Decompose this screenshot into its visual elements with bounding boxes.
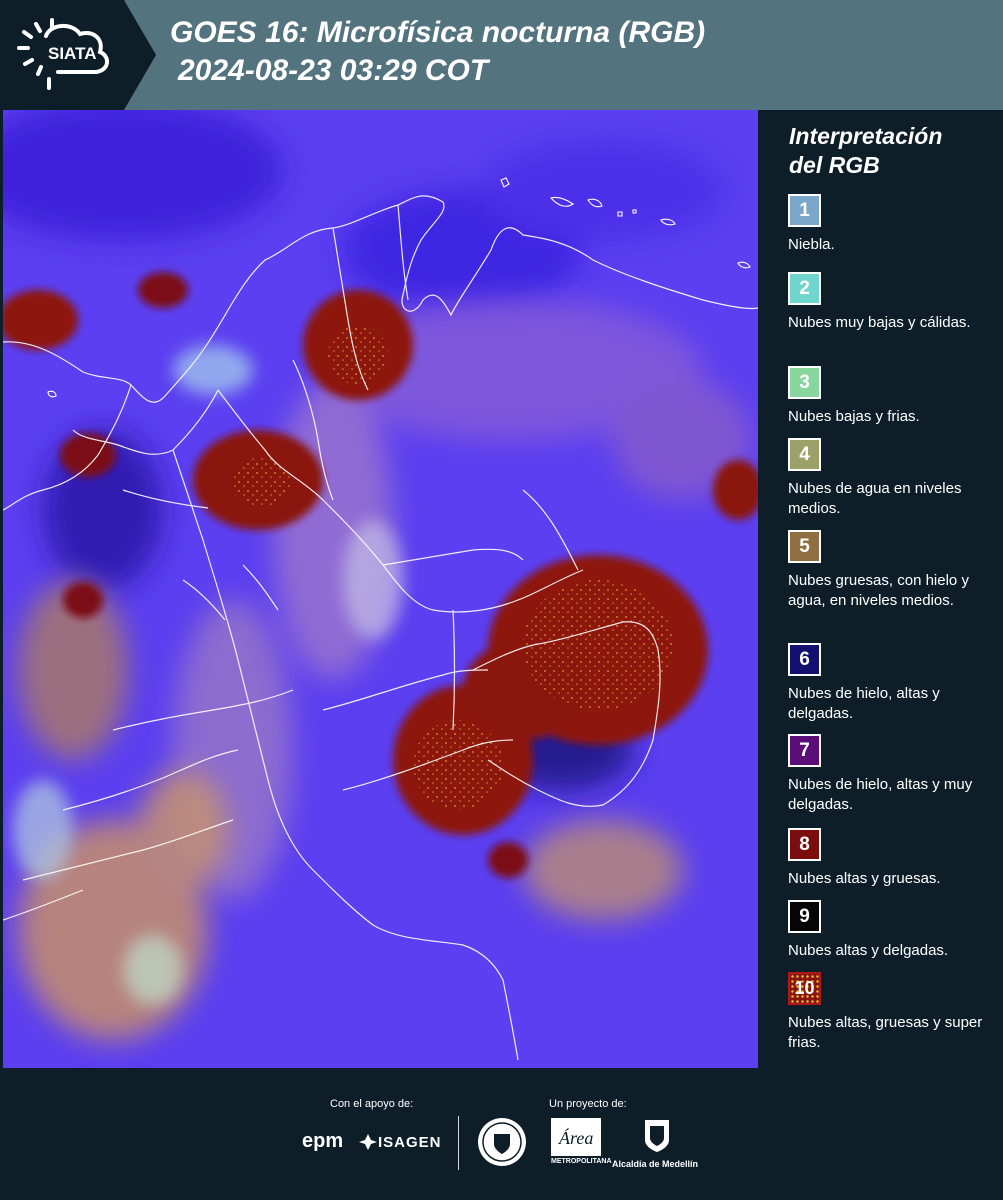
legend-title-line2: del RGB [789, 152, 880, 178]
seal-icon [478, 1118, 526, 1166]
project-label: Un proyecto de: [549, 1098, 627, 1110]
legend-label-2: Nubes muy bajas y cálidas. [788, 314, 971, 331]
timestamp: 2024-08-23 03:29 COT [178, 54, 489, 87]
area-metropolitana-logo-icon: Área [551, 1118, 601, 1156]
legend-label-6: Nubes de hielo, altas y delgadas. [788, 685, 940, 722]
satellite-map[interactable] [3, 110, 758, 1068]
siata-logo-text: SIATA [48, 44, 97, 63]
legend-swatch-1: 1 [788, 194, 821, 227]
legend-swatch-3: 3 [788, 366, 821, 399]
legend-swatch-5: 5 [788, 530, 821, 563]
legend-swatch-10: 10 [788, 972, 821, 1005]
legend-item-7: 7 Nubes de hielo, altas y muy delgadas. [788, 734, 993, 815]
legend-item-6: 6 Nubes de hielo, altas y delgadas. [788, 643, 993, 724]
legend-label-1: Niebla. [788, 236, 835, 253]
legend-item-8: 8 Nubes altas y gruesas. [788, 828, 993, 889]
legend-item-9: 9 Nubes altas y delgadas. [788, 900, 993, 961]
area-metropolitana-caption: METROPOLITANA [551, 1158, 612, 1165]
legend-label-9: Nubes altas y delgadas. [788, 942, 949, 959]
legend-panel: Interpretación del RGB 1 Niebla. 2 Nubes… [761, 110, 1003, 1068]
siata-logo: SIATA [0, 0, 158, 110]
legend-title: Interpretación del RGB [789, 122, 942, 180]
alcaldia-caption: Alcaldía de Medellín [612, 1159, 699, 1169]
legend-swatch-7: 7 [788, 734, 821, 767]
legend-label-10: Nubes altas, gruesas y super frias. [788, 1014, 983, 1051]
legend-swatch-9: 9 [788, 900, 821, 933]
support-label: Con el apoyo de: [330, 1098, 414, 1110]
legend-title-line1: Interpretación [789, 123, 943, 149]
legend-swatch-8: 8 [788, 828, 821, 861]
footer: Con el apoyo de: Un proyecto de: epm ISA… [0, 1068, 1003, 1200]
legend-label-3: Nubes bajas y frias. [788, 408, 920, 425]
legend-label-8: Nubes altas y gruesas. [788, 870, 941, 887]
legend-item-2: 2 Nubes muy bajas y cálidas. [788, 272, 993, 333]
isagen-mark-icon [359, 1134, 377, 1150]
legend-item-5: 5 Nubes gruesas, con hielo y agua, en ni… [788, 530, 993, 611]
legend-swatch-2: 2 [788, 272, 821, 305]
alcaldia-shield-icon [645, 1120, 669, 1152]
header-bar: SIATA GOES 16: Microfísica nocturna (RGB… [0, 0, 1003, 110]
legend-swatch-6: 6 [788, 643, 821, 676]
legend-swatch-4: 4 [788, 438, 821, 471]
area-logo-text: Área [558, 1127, 593, 1148]
epm-logo: epm [302, 1130, 344, 1152]
page-title: GOES 16: Microfísica nocturna (RGB) [170, 16, 706, 49]
footer-divider [458, 1116, 459, 1170]
legend-item-4: 4 Nubes de agua en niveles medios. [788, 438, 993, 519]
isagen-logo: ISAGEN [378, 1134, 442, 1151]
legend-item-3: 3 Nubes bajas y frias. [788, 366, 993, 427]
legend-label-4: Nubes de agua en niveles medios. [788, 480, 962, 517]
legend-item-10: 10 Nubes altas, gruesas y super frias. [788, 972, 993, 1053]
legend-label-7: Nubes de hielo, altas y muy delgadas. [788, 776, 973, 813]
legend-item-1: 1 Niebla. [788, 194, 993, 255]
legend-label-5: Nubes gruesas, con hielo y agua, en nive… [788, 572, 969, 609]
